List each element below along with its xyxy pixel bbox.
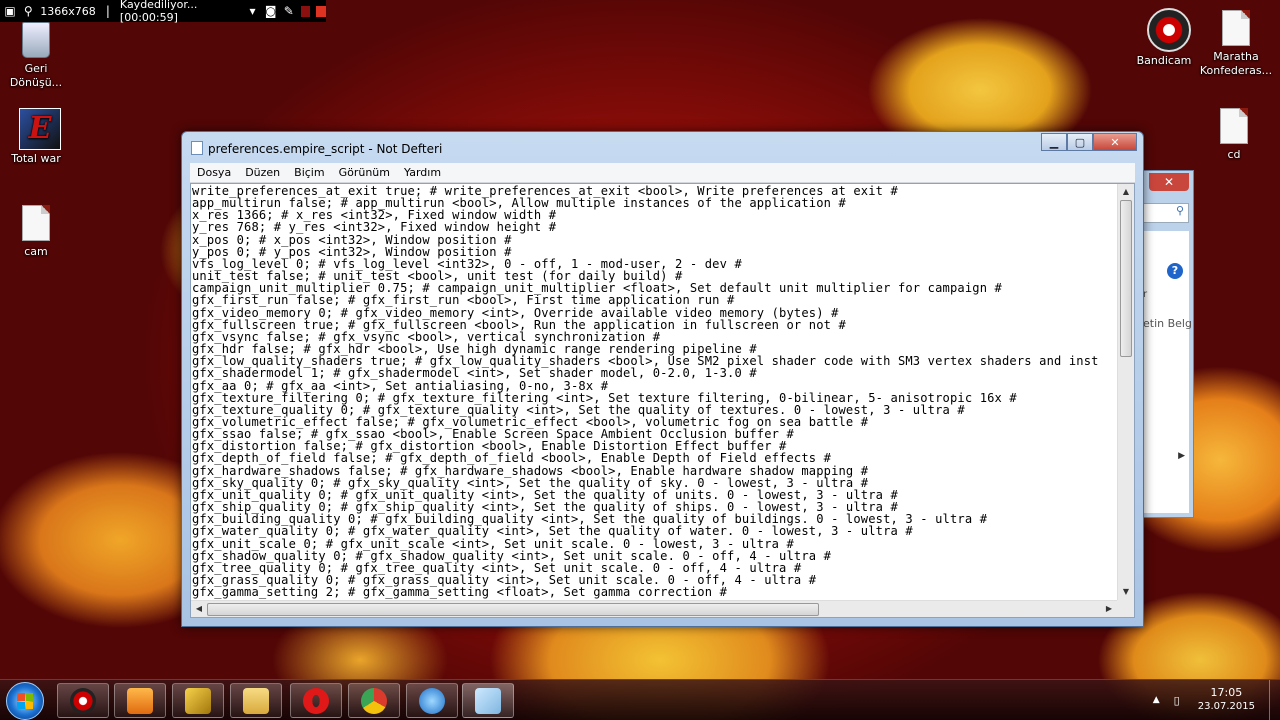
scroll-left-icon[interactable]: ◀ xyxy=(191,601,207,617)
clock-time: 17:05 xyxy=(1210,686,1243,699)
pencil-icon[interactable]: ✎ xyxy=(283,4,295,18)
desktop-icon-label: cd xyxy=(1227,148,1241,161)
pause-icon[interactable] xyxy=(300,5,311,17)
desktop-icon-label: Bandicam xyxy=(1136,54,1192,67)
clock[interactable]: 17:05 23.07.2015 xyxy=(1198,686,1255,714)
desktop-icon-cam[interactable]: cam xyxy=(0,205,72,259)
partial-label: etin Belg xyxy=(1143,317,1192,330)
menu-edit[interactable]: Düzen xyxy=(238,166,287,179)
menu-view[interactable]: Görünüm xyxy=(332,166,397,179)
scroll-arrow-icon[interactable]: ▶ xyxy=(1178,451,1185,461)
document-icon xyxy=(1222,10,1250,46)
minimize-button[interactable]: ▁ xyxy=(1041,133,1067,151)
close-button[interactable]: ✕ xyxy=(1149,173,1189,191)
maximize-button[interactable]: ▢ xyxy=(1067,133,1093,151)
vertical-scrollbar[interactable]: ▲ ▼ xyxy=(1117,184,1134,600)
desktop-icon-label: Maratha Konfederas... xyxy=(1199,50,1273,77)
text-editor[interactable]: write_preferences_at_exit true; # write_… xyxy=(190,183,1135,618)
taskbar-winamp[interactable] xyxy=(172,683,224,718)
system-tray: ▲ ▯ 17:05 23.07.2015 xyxy=(1153,680,1280,720)
tray-expand-icon[interactable]: ▲ xyxy=(1153,695,1160,705)
desktop-icon-cd[interactable]: cd xyxy=(1198,108,1270,162)
text-line: gfx_video_memory 0; # gfx_video_memory <… xyxy=(192,305,839,320)
text-line: y_res 768; # y_res <int32>, Fixed window… xyxy=(192,220,557,235)
close-button[interactable]: ✕ xyxy=(1093,133,1137,151)
media-player-icon xyxy=(127,687,153,714)
bandicam-app-icon xyxy=(1147,8,1191,52)
notepad-icon xyxy=(191,141,203,155)
recorder-status: Kaydediliyor... [00:00:59] xyxy=(119,0,198,24)
document-icon xyxy=(22,205,50,241)
text-line: gfx_unit_scale 0; # gfx_unit_scale <int>… xyxy=(192,536,794,551)
taskbar-opera[interactable] xyxy=(290,683,342,718)
scroll-thumb[interactable] xyxy=(207,603,819,616)
network-icon[interactable]: ▯ xyxy=(1174,694,1180,707)
stop-record-icon[interactable] xyxy=(316,5,326,17)
menu-bar: Dosya Düzen Biçim Görünüm Yardım xyxy=(190,163,1135,183)
internet-explorer-icon xyxy=(419,687,445,714)
text-line: gfx_shadermodel 1; # gfx_shadermodel <in… xyxy=(192,366,757,381)
notepad-window: preferences.empire_script - Not Defteri … xyxy=(181,131,1144,627)
recycle-bin-icon xyxy=(22,22,50,58)
menu-help[interactable]: Yardım xyxy=(397,166,448,179)
desktop-icon-maratha[interactable]: Maratha Konfederas... xyxy=(1198,10,1274,78)
scroll-up-icon[interactable]: ▲ xyxy=(1118,184,1134,200)
text-line: gfx_aa 0; # gfx_aa <int>, Set antialiasi… xyxy=(192,378,609,393)
bandicam-icon[interactable]: ▣ xyxy=(4,4,16,18)
clock-date: 23.07.2015 xyxy=(1197,701,1255,712)
desktop-icon-bandicam[interactable]: Bandicam xyxy=(1128,8,1200,68)
help-icon[interactable]: ? xyxy=(1167,263,1183,279)
document-icon xyxy=(1220,108,1248,144)
horizontal-scrollbar[interactable]: ◀ ▶ xyxy=(191,600,1117,617)
menu-format[interactable]: Biçim xyxy=(287,166,331,179)
taskbar-file-explorer[interactable] xyxy=(230,683,282,718)
taskbar-media-player[interactable] xyxy=(114,683,166,718)
chrome-icon xyxy=(361,687,387,714)
scroll-corner xyxy=(1117,600,1134,617)
text-line: gfx_gamma_setting 2; # gfx_gamma_setting… xyxy=(192,585,728,600)
opera-icon xyxy=(303,687,329,714)
dropdown-icon[interactable]: ▾ xyxy=(246,4,258,18)
text-line: gfx_texture_filtering 0; # gfx_texture_f… xyxy=(192,390,1017,405)
title-bar[interactable]: preferences.empire_script - Not Defteri … xyxy=(182,132,1143,160)
taskbar: ▲ ▯ 17:05 23.07.2015 xyxy=(0,679,1280,720)
taskbar-internet-explorer[interactable] xyxy=(406,683,458,718)
total-war-icon: E xyxy=(19,108,61,150)
notepad-icon xyxy=(475,687,501,714)
taskbar-chrome[interactable] xyxy=(348,683,400,718)
window-title: preferences.empire_script - Not Defteri xyxy=(208,142,443,156)
desktop-icon-total-war[interactable]: E Total war xyxy=(0,108,72,166)
text-line: gfx_first_run false; # gfx_first_run <bo… xyxy=(192,293,735,308)
scroll-thumb[interactable] xyxy=(1120,200,1132,357)
bandicam-icon xyxy=(70,687,96,714)
scroll-down-icon[interactable]: ▼ xyxy=(1118,584,1134,600)
scroll-right-icon[interactable]: ▶ xyxy=(1101,601,1117,617)
desktop-icon-recycle-bin[interactable]: Geri Dönüşü... xyxy=(0,22,72,90)
recorder-toolbar: ▣ ⚲ 1366x768 | Kaydediliyor... [00:00:59… xyxy=(0,0,326,24)
desktop-icon-label: Geri Dönüşü... xyxy=(9,62,63,89)
menu-file[interactable]: Dosya xyxy=(190,166,238,179)
text-line: x_pos 0; # x_pos <int32>, Window positio… xyxy=(192,232,512,247)
separator-icon: | xyxy=(105,4,110,18)
winamp-icon xyxy=(185,687,211,714)
taskbar-notepad[interactable] xyxy=(462,683,514,718)
windows-logo-icon xyxy=(17,693,33,709)
text-content[interactable]: write_preferences_at_exit true; # write_… xyxy=(192,185,1117,600)
start-button[interactable] xyxy=(6,682,44,720)
desktop-icon-label: cam xyxy=(24,245,48,258)
search-icon[interactable]: ⚲ xyxy=(22,4,34,18)
text-line: gfx_water_quality 0; # gfx_water_quality… xyxy=(192,524,913,539)
desktop-icon-label: Total war xyxy=(11,152,61,165)
taskbar-bandicam[interactable] xyxy=(57,683,109,718)
text-line: gfx_depth_of_field false; # gfx_depth_of… xyxy=(192,451,832,466)
show-desktop-button[interactable] xyxy=(1269,680,1280,720)
recorder-resolution: 1366x768 xyxy=(40,4,96,18)
folder-icon xyxy=(243,687,269,714)
camera-icon[interactable]: ◙ xyxy=(265,4,277,18)
text-line: gfx_hardware_shadows false; # gfx_hardwa… xyxy=(192,463,869,478)
